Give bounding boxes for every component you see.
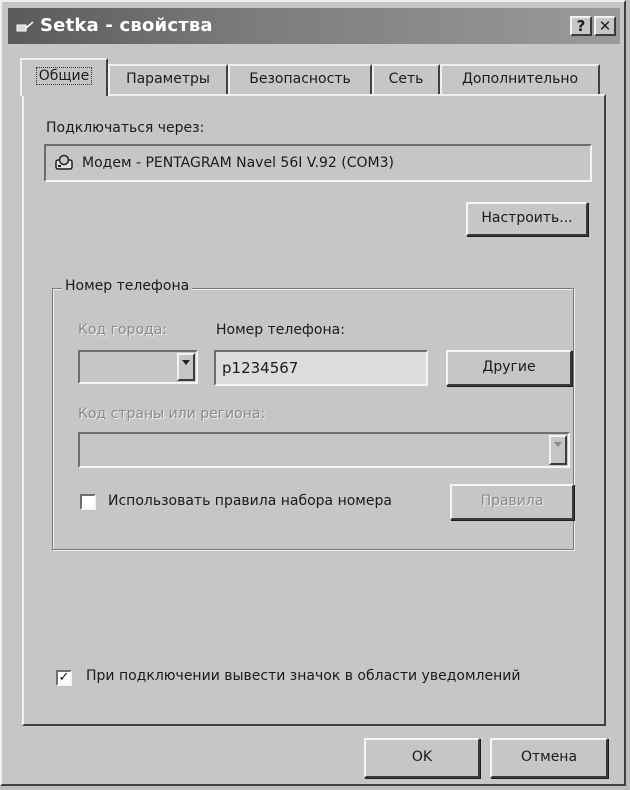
phone-number-input[interactable]: p1234567 — [214, 350, 428, 386]
close-button[interactable]: ✕ — [594, 16, 616, 36]
rules-button[interactable]: Правила — [450, 484, 574, 520]
help-button[interactable]: ? — [570, 16, 592, 36]
modem-icon — [55, 154, 73, 170]
properties-dialog: Setka - свойства ? ✕ Общие Параметры Без… — [0, 0, 626, 786]
phone-number-label: Номер телефона: — [216, 322, 345, 338]
use-dialing-rules-checkbox[interactable] — [80, 494, 96, 510]
title-bar[interactable]: Setka - свойства ? ✕ — [8, 8, 620, 44]
network-connection-icon — [16, 21, 34, 32]
show-icon-checkbox[interactable]: ✓ — [56, 670, 72, 686]
device-list[interactable]: Модем - PENTAGRAM Navel 56I V.92 (COM3) — [44, 144, 592, 182]
country-code-dropdown[interactable] — [78, 432, 570, 468]
tab-security-label: Безопасность — [249, 71, 351, 87]
tab-network[interactable]: Сеть — [372, 64, 440, 94]
area-code-label: Код города: — [78, 322, 167, 338]
country-code-dropdown-arrow[interactable] — [549, 435, 567, 465]
connect-via-label: Подключаться через: — [46, 120, 205, 136]
tab-network-label: Сеть — [388, 71, 424, 87]
tab-parameters[interactable]: Параметры — [108, 64, 228, 94]
other-numbers-button[interactable]: Другие — [446, 350, 572, 386]
ok-button[interactable]: OK — [364, 738, 480, 778]
device-name: Модем - PENTAGRAM Navel 56I V.92 (COM3) — [82, 155, 394, 171]
area-code-dropdown[interactable] — [78, 350, 198, 384]
tab-panel-general: Подключаться через: Модем - PENTAGRAM Na… — [22, 94, 606, 726]
area-code-dropdown-arrow[interactable] — [177, 353, 195, 381]
configure-button[interactable]: Настроить... — [466, 202, 588, 236]
tab-advanced-label: Дополнительно — [461, 71, 579, 87]
country-code-label: Код страны или региона: — [78, 406, 266, 422]
cancel-button[interactable]: Отмена — [490, 738, 608, 778]
phone-number-value: p1234567 — [222, 359, 299, 377]
tab-security[interactable]: Безопасность — [228, 64, 372, 94]
window-title: Setka - свойства — [40, 15, 213, 36]
phone-group-title: Номер телефона — [62, 278, 193, 294]
tab-general[interactable]: Общие — [20, 58, 108, 96]
use-dialing-rules-label: Использовать правила набора номера — [108, 493, 392, 509]
tab-general-label: Общие — [35, 67, 93, 85]
tab-parameters-label: Параметры — [126, 71, 210, 87]
tab-advanced[interactable]: Дополнительно — [440, 64, 600, 94]
show-icon-label: При подключении вывести значок в области… — [86, 668, 521, 684]
